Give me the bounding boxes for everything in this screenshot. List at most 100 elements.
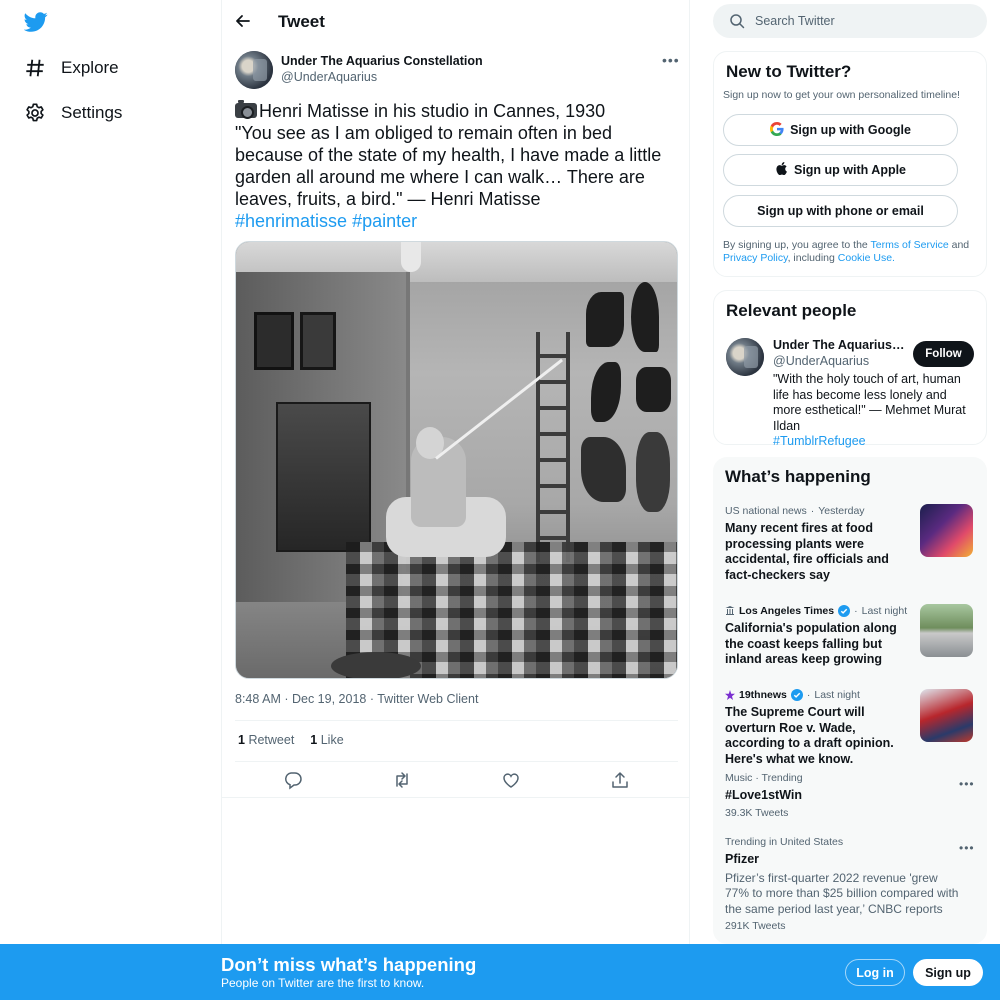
camera-emoji-icon (235, 100, 257, 119)
signup-google-label: Sign up with Google (790, 123, 911, 137)
tweet-line: "You see as I am obliged to remain often… (235, 123, 612, 143)
cookie-use-link[interactable]: Cookie Use. (838, 252, 895, 264)
tweet-text: Henri Matisse in his studio in Cannes, 1… (235, 100, 680, 232)
author-avatar[interactable] (235, 51, 273, 89)
trend-title: #Love1stWin (725, 788, 802, 802)
divider (235, 720, 678, 721)
trend-thumbnail[interactable] (920, 604, 973, 657)
login-button[interactable]: Log in (845, 959, 905, 986)
tweet-line: leaves, fruits, a bird." — Henri Matisse (235, 189, 541, 209)
relevant-person-name[interactable]: Under The Aquarius Constellation (773, 338, 907, 352)
relevant-people-title: Relevant people (726, 301, 857, 320)
signup-apple-button[interactable]: Sign up with Apple (723, 154, 958, 186)
tweet-line: because of the state of my health, I hav… (235, 145, 662, 165)
tweet-line: Henri Matisse in his studio in Cannes, 1… (259, 101, 606, 121)
trend-category: US national news (725, 505, 807, 517)
trend-source: Los Angeles Times (739, 605, 835, 617)
search-bar (713, 4, 987, 38)
like-count: 1 (310, 733, 318, 747)
page-header: Tweet (222, 0, 689, 42)
bio-hashtag-link[interactable]: #TumblrRefugee (773, 434, 866, 448)
nav-settings-label: Settings (61, 103, 123, 122)
search-icon (729, 13, 745, 29)
follow-button[interactable]: Follow (913, 341, 974, 367)
bottom-bar-subtitle: People on Twitter are the first to know. (221, 976, 425, 990)
author-handle[interactable]: @UnderAquarius (281, 70, 377, 84)
terms-text: and (948, 239, 970, 251)
trend-headline: Many recent fires at food processing pla… (725, 521, 889, 582)
trend-item[interactable]: Trending in United States Pfizer Pfizer’… (725, 836, 975, 932)
trend-thumbnail[interactable] (920, 689, 973, 742)
like-label: Like (320, 733, 344, 747)
tweet-client[interactable]: Twitter Web Client (377, 692, 478, 706)
author-name[interactable]: Under The Aquarius Constellation (281, 54, 483, 68)
trend-headline: The Supreme Court will overturn Roe v. W… (725, 705, 894, 766)
la-times-logo-icon (725, 606, 735, 616)
share-icon[interactable] (610, 770, 630, 790)
privacy-policy-link[interactable]: Privacy Policy (723, 252, 788, 264)
trend-category: Music · Trending (725, 772, 803, 784)
back-arrow-icon[interactable] (233, 11, 253, 31)
terms-text: By signing up, you agree to the (723, 239, 871, 251)
trend-headline: California's population along the coast … (725, 621, 897, 666)
trend-item[interactable]: Music · Trending #Love1stWin 39.3K Tweet… (725, 772, 975, 819)
tweet-line: garden all around me where I can walk… T… (235, 167, 645, 187)
retweet-icon[interactable] (392, 770, 412, 790)
trend-count: 39.3K Tweets (725, 806, 789, 819)
signup-phone-label: Sign up with phone or email (757, 204, 924, 218)
more-options-icon[interactable]: ••• (959, 777, 975, 791)
tweet-actions (222, 762, 689, 798)
left-sidebar: Explore Settings (0, 0, 221, 1000)
signup-phone-email-button[interactable]: Sign up with phone or email (723, 195, 958, 227)
bottom-signup-bar: Don’t miss what’s happening People on Tw… (0, 944, 1000, 1000)
trend-count: 291K Tweets (725, 920, 786, 932)
google-icon (770, 121, 784, 139)
like-heart-icon[interactable] (501, 770, 521, 790)
hashtag-icon (24, 57, 46, 79)
hashtag-link[interactable]: #henrimatisse (235, 211, 347, 231)
trend-source: 19thnews (739, 689, 787, 701)
more-options-icon[interactable]: ••• (662, 52, 680, 70)
tweet-photo[interactable] (235, 241, 678, 679)
relevant-person-handle[interactable]: @UnderAquarius (773, 354, 869, 368)
gear-icon (24, 102, 46, 124)
whats-happening-title: What’s happening (725, 467, 871, 486)
relevant-person-bio: "With the holy touch of art, human life … (773, 372, 978, 450)
trend-description: Pfizer’s first-quarter 2022 revenue 'gre… (725, 870, 959, 916)
twitter-logo-icon[interactable] (23, 10, 48, 34)
signup-google-button[interactable]: Sign up with Google (723, 114, 958, 146)
whats-happening-card: What’s happening US national news · Yest… (713, 457, 987, 944)
terms-notice: By signing up, you agree to the Terms of… (723, 239, 973, 265)
trend-thumbnail[interactable] (920, 504, 973, 557)
nav-explore[interactable]: Explore (24, 53, 119, 83)
signup-card: New to Twitter? Sign up now to get your … (713, 51, 987, 277)
signup-button[interactable]: Sign up (913, 959, 983, 986)
hashtag-link[interactable]: #painter (352, 211, 417, 231)
retweet-label: Retweet (248, 733, 295, 747)
retweet-count: 1 (238, 733, 245, 747)
19thnews-logo-icon (725, 690, 735, 700)
relevant-people-card: Relevant people Under The Aquarius Const… (713, 290, 987, 448)
trend-title: Pfizer (725, 852, 760, 866)
tweet-meta: 8:48 AM · Dec 19, 2018 · Twitter Web Cli… (235, 692, 479, 706)
reply-icon[interactable] (283, 770, 303, 790)
terms-of-service-link[interactable]: Terms of Service (871, 239, 949, 251)
trend-time: Yesterday (818, 505, 865, 517)
tweet-stats: 1 Retweet 1 Like (238, 733, 344, 747)
page-title: Tweet (278, 12, 325, 31)
signup-apple-label: Sign up with Apple (793, 163, 907, 177)
search-input[interactable] (755, 4, 975, 38)
tweet-date[interactable]: Dec 19, 2018 (292, 692, 366, 706)
likes-link[interactable]: 1 Like (310, 733, 343, 747)
nav-explore-label: Explore (61, 58, 119, 77)
relevant-person-avatar[interactable] (726, 338, 764, 376)
signup-card-title: New to Twitter? (726, 62, 852, 81)
bio-text: "With the holy touch of art, human life … (773, 372, 966, 433)
tweet-time[interactable]: 8:48 AM (235, 692, 281, 706)
trend-category: Trending in United States (725, 836, 844, 848)
terms-text: , including (787, 252, 838, 264)
more-options-icon[interactable]: ••• (959, 841, 975, 855)
nav-settings[interactable]: Settings (24, 98, 122, 128)
signup-card-subtitle: Sign up now to get your own personalized… (723, 89, 960, 101)
retweets-link[interactable]: 1 Retweet (238, 733, 294, 747)
